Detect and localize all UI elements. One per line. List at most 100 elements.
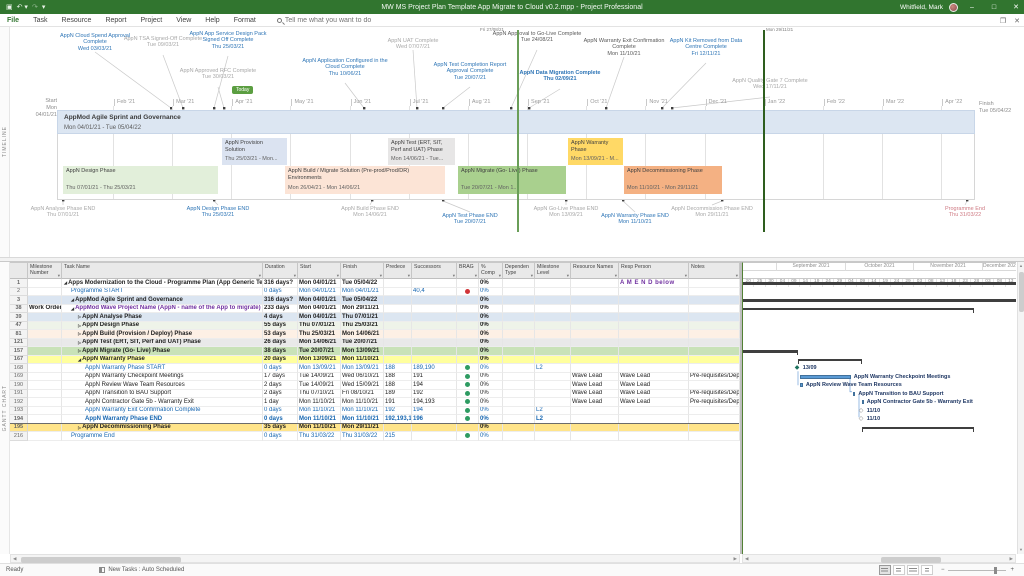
cell-brag[interactable] xyxy=(457,296,479,305)
cell-dur[interactable]: 0 days xyxy=(263,407,298,416)
summary-bar[interactable] xyxy=(862,427,974,430)
column-header-finish[interactable]: Finish▾ xyxy=(341,263,384,279)
cell-finish[interactable]: Thu 25/03/21 xyxy=(341,322,384,331)
timeline-callout[interactable]: AppN Kit Removed from Data Centre Comple… xyxy=(662,38,750,57)
cell-dep[interactable] xyxy=(503,305,535,314)
table-row[interactable]: 1◢Apps Modernization to the Cloud - Prog… xyxy=(10,279,740,288)
undo-icon[interactable]: ↶ ▾ xyxy=(17,3,28,11)
cell-dur[interactable]: 1 day xyxy=(263,398,298,407)
doc-close-icon[interactable]: ✕ xyxy=(1014,17,1020,25)
cell-dep[interactable] xyxy=(503,339,535,348)
timeline-callout[interactable]: AppN Test Completion Report Approval Com… xyxy=(423,62,518,81)
cell-start[interactable]: Mon 04/01/21 xyxy=(298,305,341,314)
zoom-out-icon[interactable]: − xyxy=(941,567,945,573)
cell-dur[interactable]: 0 days xyxy=(263,364,298,373)
cell-pred[interactable] xyxy=(384,305,412,314)
timeline-callout[interactable]: AppN Test Phase ENDTue 20/07/21 xyxy=(426,213,514,226)
column-header-task-name[interactable]: Task Name▾ xyxy=(62,263,263,279)
collapse-icon[interactable]: ◢ xyxy=(71,306,74,311)
cell-dur[interactable]: 53 days xyxy=(263,330,298,339)
cell-lvl[interactable]: L2 xyxy=(535,364,571,373)
filter-arrow-icon[interactable]: ▾ xyxy=(294,273,296,278)
cell-task[interactable]: Programme START xyxy=(62,288,263,297)
cell-task[interactable]: ▷AppN Analyse Phase xyxy=(62,313,263,322)
filter-arrow-icon[interactable]: ▾ xyxy=(499,273,501,278)
column-header-brag[interactable]: BRAG▾ xyxy=(457,263,479,279)
cell-resp[interactable] xyxy=(619,330,689,339)
table-row[interactable]: 39▷AppN Analyse Phase4 daysMon 04/01/21T… xyxy=(10,313,740,322)
cell-start[interactable]: Tue 14/09/21 xyxy=(298,381,341,390)
cell-num[interactable]: 192 xyxy=(10,398,28,407)
filter-arrow-icon[interactable]: ▾ xyxy=(567,273,569,278)
timeline-callout[interactable]: AppN Build Phase ENDMon 14/06/21 xyxy=(326,206,414,219)
cell-pred[interactable] xyxy=(384,356,412,365)
cell-res[interactable] xyxy=(571,364,619,373)
cell-task[interactable]: ◢Apps Modernization to the Cloud - Progr… xyxy=(62,279,263,288)
cell-res[interactable] xyxy=(571,339,619,348)
cell-task[interactable]: ◢AppMod Agile Sprint and Governance xyxy=(62,296,263,305)
table-row[interactable]: 190AppN Review Wave Team Resources2 days… xyxy=(10,381,740,390)
filter-arrow-icon[interactable]: ▾ xyxy=(337,273,339,278)
cell-num[interactable]: 168 xyxy=(10,364,28,373)
cell-pred[interactable] xyxy=(384,424,412,433)
cell-num[interactable]: 121 xyxy=(10,339,28,348)
cell-dur[interactable]: 2 days xyxy=(263,390,298,399)
cell-brag[interactable] xyxy=(457,373,479,382)
cell-pred[interactable] xyxy=(384,313,412,322)
task-bar[interactable] xyxy=(800,383,803,387)
cell-ms[interactable] xyxy=(28,398,62,407)
cell-pct[interactable]: 0% xyxy=(479,432,503,441)
gantt-view-button[interactable] xyxy=(879,565,891,575)
cell-task[interactable]: ◢AppMod Wave Project Name (AppN - name o… xyxy=(62,305,263,314)
today-marker[interactable]: Today xyxy=(232,86,253,94)
table-row[interactable]: 195▷AppN Decommissioning Phase35 daysMon… xyxy=(10,424,740,433)
filter-arrow-icon[interactable]: ▾ xyxy=(380,273,382,278)
cell-lvl[interactable] xyxy=(535,390,571,399)
zoom-slider-thumb[interactable] xyxy=(994,567,997,574)
cell-num[interactable]: 157 xyxy=(10,347,28,356)
cell-brag[interactable] xyxy=(457,432,479,441)
cell-pct[interactable]: 0% xyxy=(479,305,503,314)
cell-lvl[interactable] xyxy=(535,322,571,331)
cell-ms[interactable] xyxy=(28,296,62,305)
cell-res[interactable] xyxy=(571,305,619,314)
cell-succ[interactable] xyxy=(412,356,457,365)
cell-res[interactable] xyxy=(571,279,619,288)
cell-res[interactable] xyxy=(571,356,619,365)
timeline-callout[interactable]: AppN Data Migration CompleteThu 02/09/21 xyxy=(516,70,604,83)
expand-icon[interactable]: ▷ xyxy=(78,314,81,319)
timeline-phase-bar[interactable]: AppN Decommissioning PhaseMon 11/10/21 -… xyxy=(624,166,722,194)
cell-succ[interactable] xyxy=(412,305,457,314)
cell-lvl[interactable] xyxy=(535,339,571,348)
cell-notes[interactable] xyxy=(689,339,740,348)
vertical-scrollbar[interactable]: ▲ ▼ xyxy=(1017,262,1024,554)
cell-pred[interactable] xyxy=(384,322,412,331)
scroll-left-icon[interactable]: ◀ xyxy=(745,556,748,562)
expand-icon[interactable]: ▷ xyxy=(78,331,81,336)
cell-succ[interactable]: 40,4 xyxy=(412,288,457,297)
cell-dep[interactable] xyxy=(503,322,535,331)
table-hscroll-thumb[interactable] xyxy=(21,557,181,563)
timeline-callout[interactable]: AppN Decommission Phase ENDMon 29/11/21 xyxy=(665,206,760,219)
cell-lvl[interactable] xyxy=(535,356,571,365)
collapse-icon[interactable]: ◢ xyxy=(71,297,74,302)
signed-in-user[interactable]: Whitfield, Mark xyxy=(900,4,943,11)
scroll-right-icon[interactable]: ▶ xyxy=(734,556,737,562)
minimize-button[interactable]: – xyxy=(964,0,980,14)
cell-dur[interactable]: 0 days xyxy=(263,432,298,441)
table-row[interactable]: 168AppN Warranty Phase START0 daysMon 13… xyxy=(10,364,740,373)
cell-lvl[interactable]: L2 xyxy=(535,415,571,424)
cell-dep[interactable] xyxy=(503,330,535,339)
cell-lvl[interactable] xyxy=(535,381,571,390)
cell-res[interactable] xyxy=(571,322,619,331)
cell-num[interactable]: 194 xyxy=(10,415,28,424)
cell-brag[interactable] xyxy=(457,407,479,416)
cell-brag[interactable] xyxy=(457,330,479,339)
cell-succ[interactable] xyxy=(412,347,457,356)
table-row[interactable]: 47▷AppN Design Phase55 daysThu 07/01/21T… xyxy=(10,322,740,331)
cell-pct[interactable]: 0% xyxy=(479,364,503,373)
cell-num[interactable]: 216 xyxy=(10,432,28,441)
team-planner-view-button[interactable] xyxy=(907,565,919,575)
table-row[interactable]: 216Programme End0 daysThu 31/03/22Thu 31… xyxy=(10,432,740,441)
cell-ms[interactable] xyxy=(28,313,62,322)
